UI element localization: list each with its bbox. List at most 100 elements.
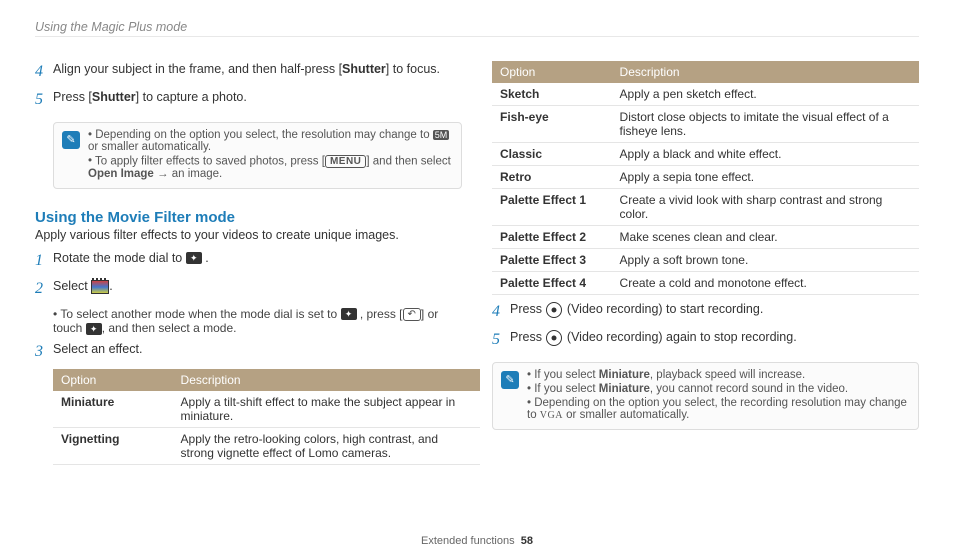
option-cell: Palette Effect 2 (492, 226, 612, 249)
shutter-label: Shutter (342, 62, 386, 76)
open-image-label: Open Image (88, 168, 154, 180)
table-row: Palette Effect 1Create a vivid look with… (492, 189, 919, 226)
miniature-label: Miniature (599, 383, 650, 395)
step-text: Select . (53, 278, 462, 300)
text: ] and then select (366, 155, 450, 167)
table-header-row: Option Description (492, 61, 919, 83)
option-cell: Palette Effect 3 (492, 249, 612, 272)
text: ] to focus. (386, 62, 440, 76)
table-row: Miniature Apply a tilt-shift effect to m… (53, 391, 480, 428)
note-item: Depending on the option you select, the … (88, 129, 453, 153)
menu-key-icon: MENU (325, 155, 366, 168)
shutter-label: Shutter (92, 90, 136, 104)
desc-cell: Apply a soft brown tone. (612, 249, 919, 272)
note-item: If you select Miniature, playback speed … (527, 369, 910, 381)
record-button-icon (546, 302, 562, 318)
text: To select another mode when the mode dia… (60, 307, 340, 321)
table-row: Vignetting Apply the retro-looking color… (53, 428, 480, 465)
table-row: SketchApply a pen sketch effect. (492, 83, 919, 106)
text: , you cannot record sound in the video. (650, 383, 848, 395)
table-row: Palette Effect 2Make scenes clean and cl… (492, 226, 919, 249)
step-number: 4 (35, 61, 53, 83)
page-number: 58 (521, 535, 533, 547)
text: Depending on the option you select, the … (95, 129, 433, 141)
text: If you select (534, 383, 599, 395)
option-cell: Vignetting (53, 428, 173, 465)
desc-cell: Apply a black and white effect. (612, 143, 919, 166)
mode-dial-icon: ✦ (186, 252, 202, 264)
text: Press (510, 330, 545, 344)
table-row: Palette Effect 3Apply a soft brown tone. (492, 249, 919, 272)
desc-cell: Create a cold and monotone effect. (612, 272, 919, 295)
mode-dial-icon: ✦ (341, 308, 357, 320)
vga-label: VGA (540, 410, 563, 421)
col-option: Option (53, 369, 173, 391)
note-list: Depending on the option you select, the … (88, 129, 453, 182)
option-cell: Miniature (53, 391, 173, 428)
text: , press [ (357, 307, 403, 321)
table-header-row: Option Description (53, 369, 480, 391)
text: (Video recording) to start recording. (563, 302, 763, 316)
text: If you select (534, 369, 599, 381)
text: or smaller automatically. (563, 409, 689, 421)
option-cell: Palette Effect 4 (492, 272, 612, 295)
note-box: ✎ If you select Miniature, playback spee… (492, 362, 919, 430)
step-text: Align your subject in the frame, and the… (53, 61, 462, 83)
table-row: Palette Effect 4Create a cold and monoto… (492, 272, 919, 295)
col-description: Description (173, 369, 480, 391)
note-list: If you select Miniature, playback speed … (527, 369, 910, 423)
text: or smaller automatically. (88, 141, 211, 153)
option-cell: Sketch (492, 83, 612, 106)
desc-cell: Make scenes clean and clear. (612, 226, 919, 249)
option-cell: Retro (492, 166, 612, 189)
right-column: Option Description SketchApply a pen ske… (492, 55, 919, 471)
step-number: 5 (492, 329, 510, 351)
col-option: Option (492, 61, 612, 83)
section-title: Using the Movie Filter mode (35, 209, 462, 226)
step-text: Press (Video recording) to start recordi… (510, 301, 919, 323)
mode-dial-icon: ✦ (86, 323, 102, 335)
footer: Extended functions 58 (0, 535, 954, 547)
step-number: 4 (492, 301, 510, 323)
effects-table-left: Option Description Miniature Apply a til… (53, 369, 480, 465)
col-description: Description (612, 61, 919, 83)
table-row: RetroApply a sepia tone effect. (492, 166, 919, 189)
step-3: 3 Select an effect. (35, 341, 462, 363)
note-icon: ✎ (501, 371, 519, 389)
text: , and then select a mode. (102, 321, 237, 335)
option-cell: Fish-eye (492, 106, 612, 143)
resolution-chip: 5M (433, 130, 450, 140)
step-5-right: 5 Press (Video recording) again to stop … (492, 329, 919, 351)
text: Align your subject in the frame, and the… (53, 62, 342, 76)
text: Rotate the mode dial to (53, 251, 186, 265)
text: Select (53, 279, 91, 293)
table-row: Fish-eyeDistort close objects to imitate… (492, 106, 919, 143)
note-box: ✎ Depending on the option you select, th… (53, 122, 462, 189)
step-text: Rotate the mode dial to ✦ . (53, 250, 462, 272)
desc-cell: Apply a sepia tone effect. (612, 166, 919, 189)
step-1: 1 Rotate the mode dial to ✦ . (35, 250, 462, 272)
desc-cell: Distort close objects to imitate the vis… (612, 106, 919, 143)
text: Press [ (53, 90, 92, 104)
step-text: Press [Shutter] to capture a photo. (53, 89, 462, 111)
step-text: Select an effect. (53, 341, 462, 363)
note-item: If you select Miniature, you cannot reco… (527, 383, 910, 395)
option-cell: Palette Effect 1 (492, 189, 612, 226)
step-number: 3 (35, 341, 53, 363)
record-button-icon (546, 330, 562, 346)
step-4: 4 Align your subject in the frame, and t… (35, 61, 462, 83)
text: To apply filter effects to saved photos,… (95, 155, 325, 167)
movie-filter-icon (91, 280, 109, 294)
effects-table-right: Option Description SketchApply a pen ske… (492, 61, 919, 295)
desc-cell: Apply a pen sketch effect. (612, 83, 919, 106)
text: Press (510, 302, 545, 316)
breadcrumb: Using the Magic Plus mode (35, 20, 919, 37)
option-cell: Classic (492, 143, 612, 166)
miniature-label: Miniature (599, 369, 650, 381)
step-text: Press (Video recording) again to stop re… (510, 329, 919, 351)
text: ] to capture a photo. (136, 90, 247, 104)
desc-cell: Apply the retro-looking colors, high con… (173, 428, 480, 465)
desc-cell: Create a vivid look with sharp contrast … (612, 189, 919, 226)
step-number: 2 (35, 278, 53, 300)
section-subtitle: Apply various filter effects to your vid… (35, 228, 462, 242)
